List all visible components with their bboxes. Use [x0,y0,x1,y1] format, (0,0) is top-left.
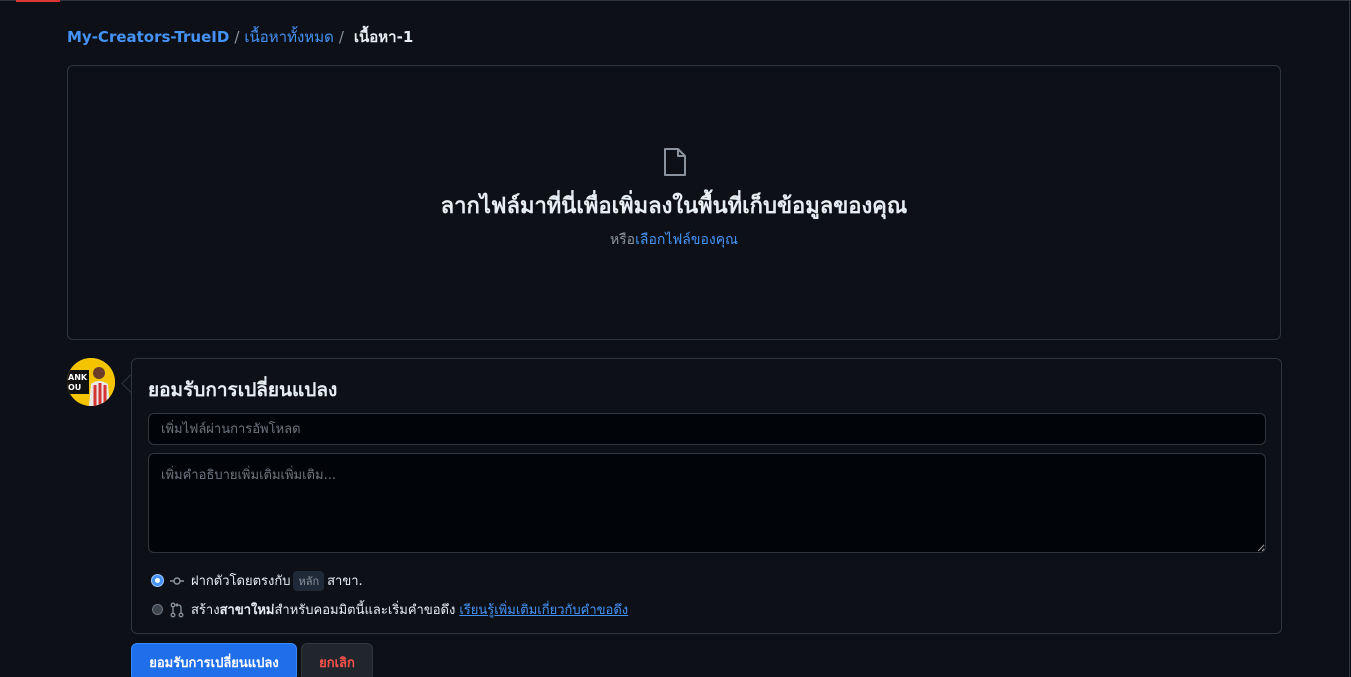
commit-panel-title: ยอมรับการเปลี่ยนแปลง [148,379,338,401]
commit-changes-button[interactable]: ยอมรับการเปลี่ยนแปลง [131,643,297,677]
avatar-image: ANK OU [67,358,115,406]
commit-directly-suffix: สาขา. [327,574,363,589]
new-branch-radio[interactable] [152,604,163,615]
commit-description-input[interactable] [148,453,1266,553]
new-branch-prefix: สร้าง [191,603,220,618]
commit-directly-option[interactable]: ฝากตัวโดยตรงกับ หลัก สาขา. [152,570,363,591]
dropzone-subtitle: หรือเลือกไฟล์ของคุณ [68,230,1280,250]
right-border [1349,0,1350,677]
new-branch-bold-text: สาขาใหม่ [219,603,275,618]
choose-files-link[interactable]: เลือกไฟล์ของคุณ [635,232,738,248]
commit-directly-label: ฝากตัวโดยตรงกับ [191,574,291,589]
commit-panel: ยอมรับการเปลี่ยนแปลง ฝากตัวโดยตรงกับ หลั… [131,358,1282,634]
commit-summary-input[interactable] [148,413,1266,445]
upload-files-page: My-Creators-TrueID / เนื้อหาทั้งหมด / เน… [0,0,1351,677]
svg-text:OU: OU [68,383,81,392]
git-pull-request-icon [170,602,184,617]
top-border [0,0,1351,1]
new-branch-suffix: สำหรับคอมมิตนี้และเริ่มคำขอดึง [274,603,456,618]
learn-more-pull-requests-link[interactable]: เรียนรู้เพิ่มเติมเกี่ยวกับคำขอดึง [459,599,628,620]
breadcrumb: My-Creators-TrueID / เนื้อหาทั้งหมด / เน… [67,27,413,47]
new-branch-option[interactable]: สร้าง สาขาใหม่ สำหรับคอมมิตนี้และเริ่มคำขอ… [152,599,628,620]
svg-text:ANK: ANK [68,373,88,382]
dropzone-or-text: หรือ [609,232,636,248]
file-dropzone[interactable]: ลากไฟล์มาที่นี่เพื่อเพิ่มลงในพื้นที่เก็บ… [67,65,1281,340]
avatar[interactable]: ANK OU [67,358,115,406]
breadcrumb-repo-link[interactable]: My-Creators-TrueID [67,27,229,47]
branch-name-badge: หลัก [293,570,325,591]
dropzone-title: ลากไฟล์มาที่นี่เพื่อเพิ่มลงในพื้นที่เก็บ… [440,194,908,219]
commit-directly-radio[interactable] [152,575,163,586]
breadcrumb-current-file: เนื้อหา-1 [353,28,414,46]
breadcrumb-separator: / [338,28,344,46]
file-icon [664,148,686,176]
cancel-button[interactable]: ยกเลิก [301,643,373,677]
breadcrumb-separator: / [234,28,240,46]
breadcrumb-folder-link[interactable]: เนื้อหาทั้งหมด [244,27,333,47]
top-accent-bar [16,0,60,2]
git-commit-icon [170,576,184,585]
